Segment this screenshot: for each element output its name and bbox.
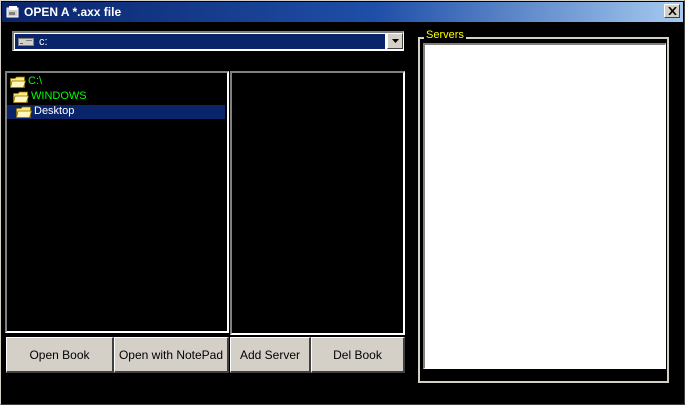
directory-list[interactable]: C:\ WINDOWS Desktop	[5, 71, 229, 333]
window-title: OPEN A *.axx file	[24, 5, 122, 19]
chevron-down-icon	[391, 39, 399, 43]
open-folder-icon	[13, 91, 29, 103]
drive-icon	[18, 38, 34, 46]
del-book-button[interactable]: Del Book	[311, 337, 405, 373]
add-server-button[interactable]: Add Server	[230, 337, 311, 373]
open-book-button[interactable]: Open Book	[6, 337, 114, 373]
close-button[interactable]	[664, 4, 680, 18]
open-folder-icon	[10, 76, 26, 88]
title-bar[interactable]: OPEN A *.axx file	[2, 2, 683, 22]
drive-selected-value: c:	[15, 34, 385, 49]
directory-label: WINDOWS	[31, 90, 87, 102]
drive-dropdown[interactable]: c:	[12, 31, 404, 51]
app-icon	[6, 6, 19, 18]
servers-list[interactable]	[423, 43, 666, 369]
directory-item-windows[interactable]: WINDOWS	[7, 90, 225, 104]
open-folder-icon	[16, 106, 32, 118]
dropdown-button[interactable]	[387, 33, 403, 49]
directory-item-root[interactable]: C:\	[7, 75, 225, 89]
servers-legend: Servers	[424, 29, 466, 42]
open-file-dialog: OPEN A *.axx file c: C:\ WINDOWS Desktop…	[0, 0, 685, 405]
close-icon	[667, 7, 677, 15]
drive-label: c:	[39, 36, 48, 48]
file-list[interactable]	[230, 71, 405, 335]
directory-label: Desktop	[34, 105, 75, 117]
directory-item-desktop[interactable]: Desktop	[7, 105, 225, 119]
open-with-notepad-button[interactable]: Open with NotePad	[114, 337, 229, 373]
directory-label: C:\	[28, 75, 43, 87]
